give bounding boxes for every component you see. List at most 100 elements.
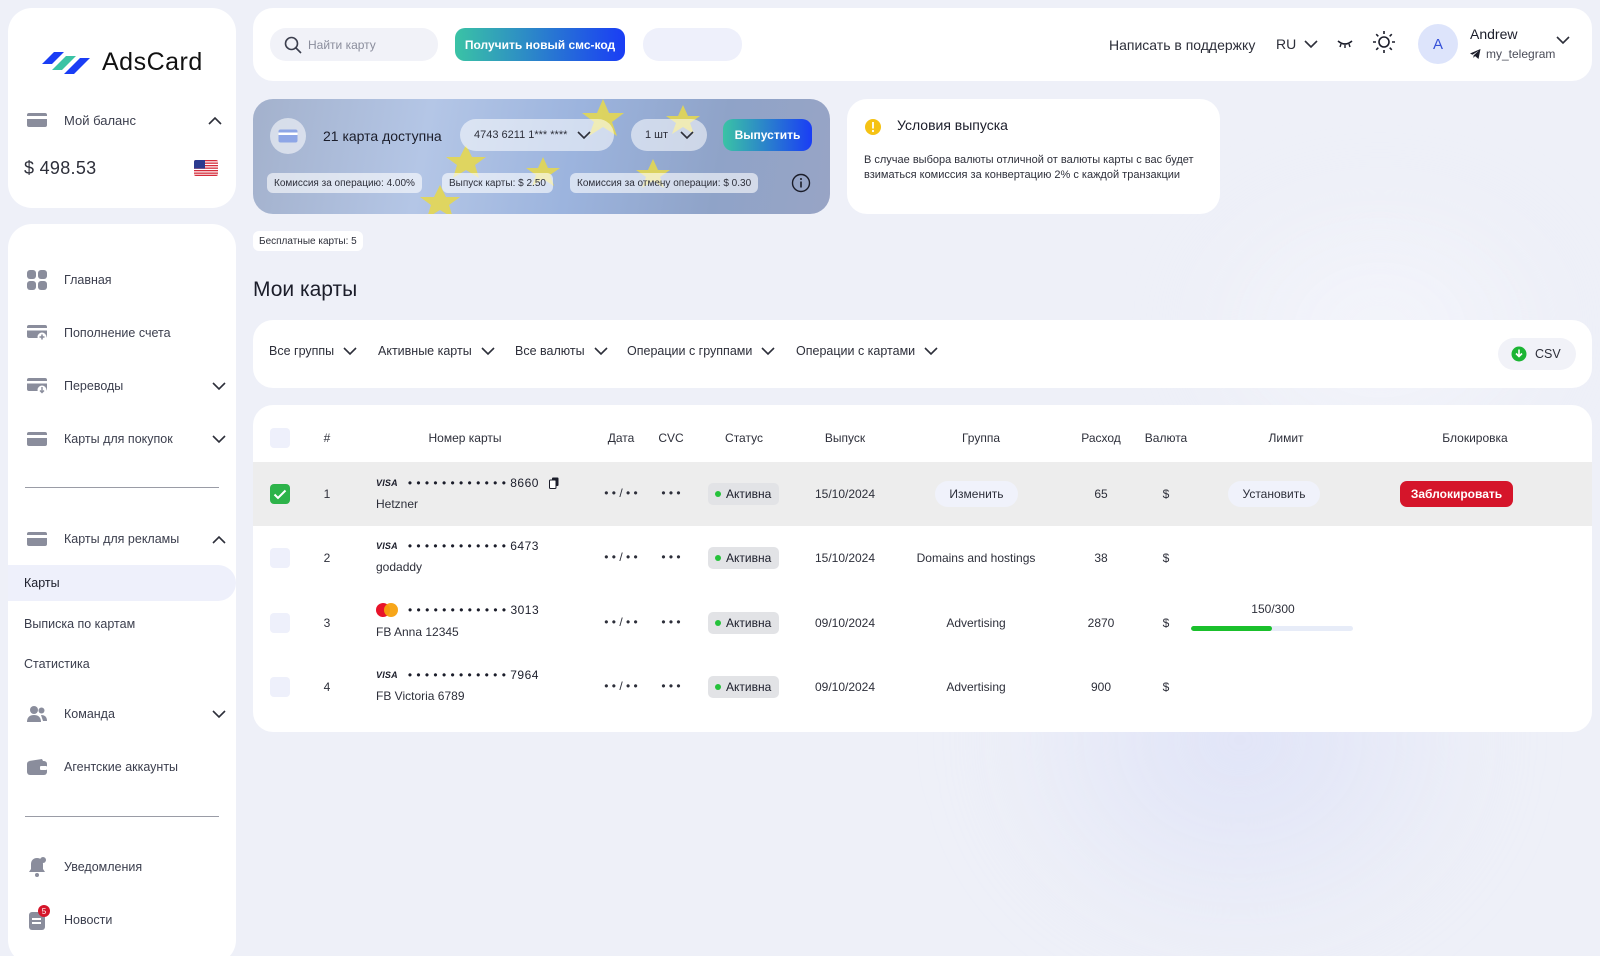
chevron-down-icon [577,130,591,140]
filter-card-operations[interactable]: Операции с картами [796,344,938,358]
spend-value: 900 [1090,680,1112,694]
quantity-select[interactable]: 1 шт [631,119,707,151]
sidebar-subitem-statistics[interactable]: Статистика [24,657,90,671]
table-row[interactable]: 1 VISA • • • • • • • • • • • • 8660 Hetz… [253,462,1592,526]
fee-issue-badge: Выпуск карты: $ 2.50 [442,173,553,193]
sidebar-item-agency[interactable]: Агентские аккаунты [26,749,226,785]
support-link[interactable]: Написать в поддержку [1109,37,1255,53]
card-icon [26,531,48,547]
empty-pill [643,28,742,61]
chevron-up-icon [208,116,222,125]
theme-sun-icon[interactable] [1372,30,1396,54]
filter-currencies[interactable]: Все валюты [515,344,608,358]
filter-label: Операции с группами [627,344,753,358]
row-checkbox[interactable] [270,677,290,697]
group-name: Advertising [946,680,1006,694]
warning-icon [864,118,882,136]
row-checkbox[interactable] [270,613,290,633]
sidebar-item-label: Главная [64,273,112,287]
limit-progress-fill [1191,626,1272,631]
card-plus-icon [26,324,48,342]
bell-icon [26,856,48,878]
sidebar-balance-panel: AdsCard Мой баланс $ 498.53 [8,8,236,208]
table-row[interactable]: 2 VISA • • • • • • • • • • • • 6473 goda… [253,526,1592,590]
sidebar-item-topup[interactable]: Пополнение счета [26,315,226,351]
column-header: Дата [607,431,635,445]
sidebar-item-shopping-cards[interactable]: Карты для покупок [26,421,226,457]
column-header: Номер карты [428,431,502,445]
change-group-button[interactable]: Изменить [935,481,1018,507]
sidebar-item-home[interactable]: Главная [26,262,226,298]
issue-date: 09/10/2024 [814,616,876,630]
row-checkbox[interactable] [270,484,290,504]
filters-bar: Все группы Активные карты Все валюты Опе… [253,320,1592,388]
search-box[interactable] [270,28,438,61]
balance-toggle[interactable]: Мой баланс [26,112,222,128]
status-badge: Активна [708,483,780,505]
spend-value: 38 [1094,551,1108,565]
column-header: Лимит [1268,431,1304,445]
column-header: Статус [725,431,763,445]
sidebar-item-notifications[interactable]: Уведомления [26,849,226,885]
issue-date: 15/10/2024 [814,551,876,565]
sidebar-item-transfers[interactable]: Переводы [26,368,226,404]
user-telegram: my_telegram [1470,47,1555,61]
select-all-checkbox[interactable] [270,428,290,448]
sidebar-item-team[interactable]: Команда [26,696,226,732]
card-bin-select[interactable]: 4743 6211 1*** **** [460,119,614,151]
sidebar-item-label: Новости [64,913,113,927]
logo[interactable]: AdsCard [40,46,203,78]
sidebar-subitem-statement[interactable]: Выписка по картам [24,617,135,631]
sidebar-item-news[interactable]: 5 Новости [26,902,226,938]
sidebar-item-label: Переводы [64,379,124,393]
get-sms-code-button[interactable]: Получить новый смс-код [455,28,625,61]
currency-value: $ [1162,616,1170,630]
visa-icon: VISA [376,478,398,488]
table-row[interactable]: 3 • • • • • • • • • • • • 3013 FB Anna 1… [253,590,1592,654]
filter-group-operations[interactable]: Операции с группами [627,344,775,358]
balance-label: Мой баланс [64,112,136,128]
issue-date: 15/10/2024 [814,487,876,501]
card-mask: • • • • • • • • • • • • 3013 [408,603,540,617]
news-icon: 5 [26,905,50,931]
search-icon [284,36,302,54]
spend-value: 2870 [1087,616,1115,630]
hide-eye-icon[interactable] [1336,38,1354,50]
info-icon[interactable] [791,173,811,193]
table-row[interactable]: 4 VISA • • • • • • • • • • • • 7964 FB V… [253,654,1592,718]
sidebar-item-label: Пополнение счета [64,326,171,340]
wallet-icon [26,112,48,128]
card-name: FB Anna 12345 [376,625,459,639]
avatar[interactable]: A [1418,24,1458,64]
card-name: Hetzner [376,497,419,511]
issue-card-panel: 21 карта доступна 4743 6211 1*** **** 1 … [253,99,830,214]
sidebar-item-label: Карты для рекламы [64,532,180,546]
sidebar-item-label: Агентские аккаунты [64,760,179,774]
issue-button[interactable]: Выпустить [723,119,812,151]
card-bin-value: 4743 6211 1*** **** [474,129,568,141]
search-input[interactable] [308,37,428,52]
chevron-up-icon [212,535,226,544]
limit-value: 150/300 [1251,602,1295,616]
row-checkbox[interactable] [270,548,290,568]
telegram-icon [1470,49,1481,59]
free-cards-badge: Бесплатные карты: 5 [253,231,363,251]
set-limit-button[interactable]: Установить [1228,481,1320,507]
sidebar-item-ad-cards[interactable]: Карты для рекламы [26,521,226,557]
card-number: • • • • • • • • • • • • 3013 [376,603,539,617]
chevron-down-icon[interactable] [1556,36,1570,45]
card-cvc: • • • [661,679,681,693]
export-csv-button[interactable]: CSV [1498,338,1576,370]
block-card-button[interactable]: Заблокировать [1400,481,1513,507]
filter-label: Активные карты [378,344,472,358]
chevron-down-icon [680,130,694,140]
visa-icon: VISA [376,670,398,680]
copy-icon[interactable] [548,477,559,489]
sidebar-subitem-cards[interactable]: Карты [8,565,236,601]
divider [25,487,219,488]
filter-groups[interactable]: Все группы [269,344,357,358]
filter-active-cards[interactable]: Активные карты [378,344,495,358]
column-header: Валюта [1144,431,1188,445]
news-badge: 5 [38,905,50,917]
language-select[interactable]: RU [1276,36,1318,52]
